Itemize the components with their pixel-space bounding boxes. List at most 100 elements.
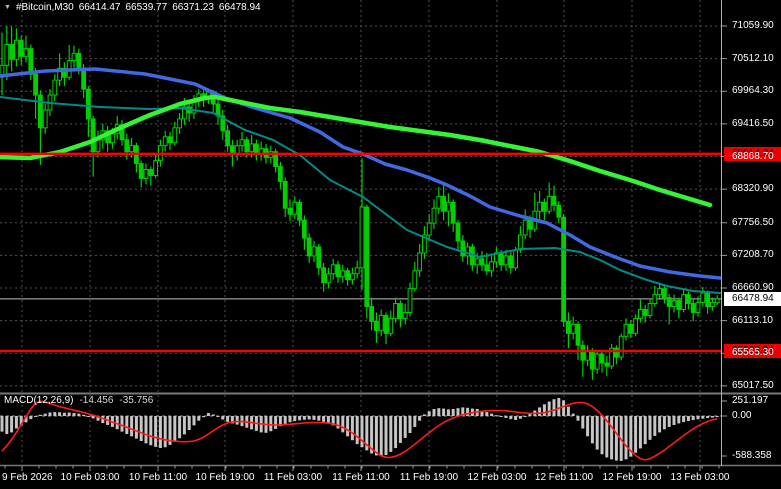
macd-histogram-bar (581, 416, 584, 429)
candle-body (514, 250, 518, 268)
macd-histogram-bar (524, 416, 527, 417)
candlesticks[interactable] (0, 26, 719, 380)
candle-body (168, 137, 172, 143)
macd-main-value: -14.456 (79, 395, 113, 406)
price-axis-label: 65017.50 (732, 380, 774, 392)
macd-histogram-bar (274, 416, 277, 429)
macd-histogram-bar (289, 416, 292, 422)
candle-body (178, 119, 182, 128)
macd-histogram-bar (5, 416, 8, 434)
macd-histogram-bar (207, 413, 210, 416)
candle-body (658, 289, 662, 295)
candle-body (475, 259, 479, 265)
macd-histogram-bar (351, 416, 354, 440)
macd-histogram-bar (509, 416, 512, 419)
candle-body (480, 259, 484, 265)
macd-histogram-bar (375, 416, 378, 455)
candle-body (595, 354, 599, 369)
macd-histogram-bar (644, 416, 647, 444)
price-axis-label: 66660.90 (732, 282, 774, 294)
macd-histogram-bar (197, 416, 200, 421)
ohlc-close: 66478.94 (219, 2, 261, 13)
candle-body (557, 205, 561, 217)
candle-body (96, 140, 100, 152)
macd-histogram-bar (39, 415, 42, 416)
candle-body (682, 295, 686, 310)
candle-body (293, 202, 297, 214)
macd-histogram-bar (149, 416, 152, 445)
macd-axis-label: 251.197 (732, 395, 768, 407)
macd-histogram-bar (716, 416, 719, 417)
macd-histogram-bar (130, 416, 133, 436)
macd-histogram-bar (346, 416, 349, 436)
macd-histogram-bar (442, 409, 445, 416)
trading-chart-window: ▼ #Bitcoin,M30 66414.47 66539.77 66371.2… (0, 0, 781, 489)
macd-histogram-bar (701, 416, 704, 419)
candle-body (432, 208, 436, 223)
symbol-dropdown-icon[interactable]: ▼ (4, 3, 11, 13)
price-axis-label: 65565.30 (732, 347, 774, 359)
macd-histogram-bar (572, 414, 575, 416)
candle-body (336, 265, 340, 277)
candle-body (591, 351, 595, 369)
ohlc-open: 66414.47 (79, 2, 121, 13)
candle-body (653, 295, 657, 304)
macd-histogram-bar (77, 414, 80, 416)
macd-histogram-bar (601, 416, 604, 454)
candle-body (615, 348, 619, 357)
candle-body (581, 345, 585, 360)
candle-body (379, 315, 383, 330)
candle-body (139, 164, 143, 179)
macd-histogram-bar (615, 416, 618, 461)
candle-body (317, 247, 321, 268)
macd-histogram-bar (610, 416, 613, 459)
macd-histogram-bar (697, 416, 700, 419)
macd-histogram-bar (711, 416, 714, 418)
time-axis-label: 11 Feb 03:00 (264, 472, 322, 484)
macd-histogram-bar (303, 416, 306, 420)
candle-body (543, 202, 547, 211)
symbol-ohlc-readout[interactable]: ▼ #Bitcoin,M30 66414.47 66539.77 66371.2… (4, 2, 261, 13)
macd-axis-label: 0.00 (732, 410, 751, 422)
macd-histogram-bar (226, 416, 229, 422)
macd-histogram-bar (317, 416, 320, 421)
candle-body (341, 271, 345, 277)
candle-body (384, 315, 388, 333)
macd-histogram-bar (212, 414, 215, 416)
candle-body (552, 196, 556, 205)
macd-histogram-bar (394, 416, 397, 448)
macd-histogram-bar (586, 416, 589, 436)
candle-body (15, 40, 19, 59)
macd-histogram-bar (452, 409, 455, 416)
time-axis-label: 13 Feb 03:00 (671, 472, 730, 484)
symbol-name: #Bitcoin,M30 (16, 2, 74, 13)
candle-body (10, 44, 14, 59)
candle-body (24, 49, 28, 57)
macd-histogram-bar (706, 416, 709, 418)
macd-histogram-bar (500, 416, 503, 417)
macd-signal-line (2, 401, 717, 460)
candle-body (696, 302, 700, 312)
price-axis-label: 66113.10 (732, 315, 773, 327)
macd-histogram-bar (356, 416, 359, 444)
macd-histogram-bar (221, 416, 224, 420)
macd-name: MACD(12,26,9) (4, 395, 73, 406)
macd-histogram-bar (135, 416, 138, 439)
macd-histogram-bar (687, 416, 690, 421)
current-price-badge: 66478.94 (724, 292, 781, 306)
price-axis-label: 68320.90 (732, 183, 774, 195)
macd-histogram-bar (183, 416, 186, 434)
price-chart[interactable] (0, 0, 781, 489)
macd-histogram-bar (649, 416, 652, 440)
macd-histogram-bar (164, 416, 167, 447)
candle-body (226, 131, 230, 146)
candle-body (375, 321, 379, 330)
candle-body (279, 167, 283, 182)
candle-body (19, 40, 23, 56)
macd-histogram-bar (217, 416, 220, 417)
candle-body (571, 324, 575, 333)
candle-body (567, 321, 571, 333)
macd-histogram-bar (140, 416, 143, 441)
macd-histogram-bar (404, 416, 407, 438)
macd-histogram-bar (658, 416, 661, 432)
